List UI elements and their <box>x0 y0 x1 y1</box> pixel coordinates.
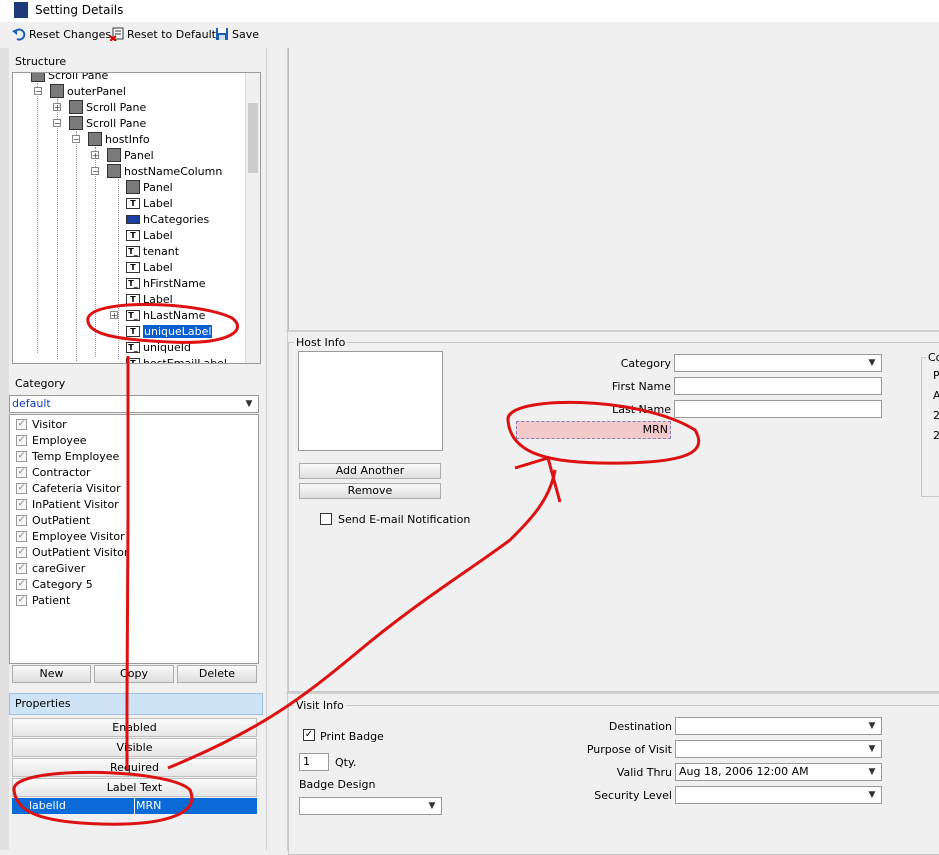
annotation-circle-label-id <box>12 770 194 826</box>
annotation-line-to-mrn <box>167 469 557 770</box>
annotation-arrowhead <box>514 456 562 503</box>
annotation-overlay <box>12 302 701 826</box>
annotation-circle-mrn <box>506 400 701 465</box>
annotation-line-tree-to-props <box>125 356 130 770</box>
annotation-circle-unique-label <box>86 302 239 344</box>
